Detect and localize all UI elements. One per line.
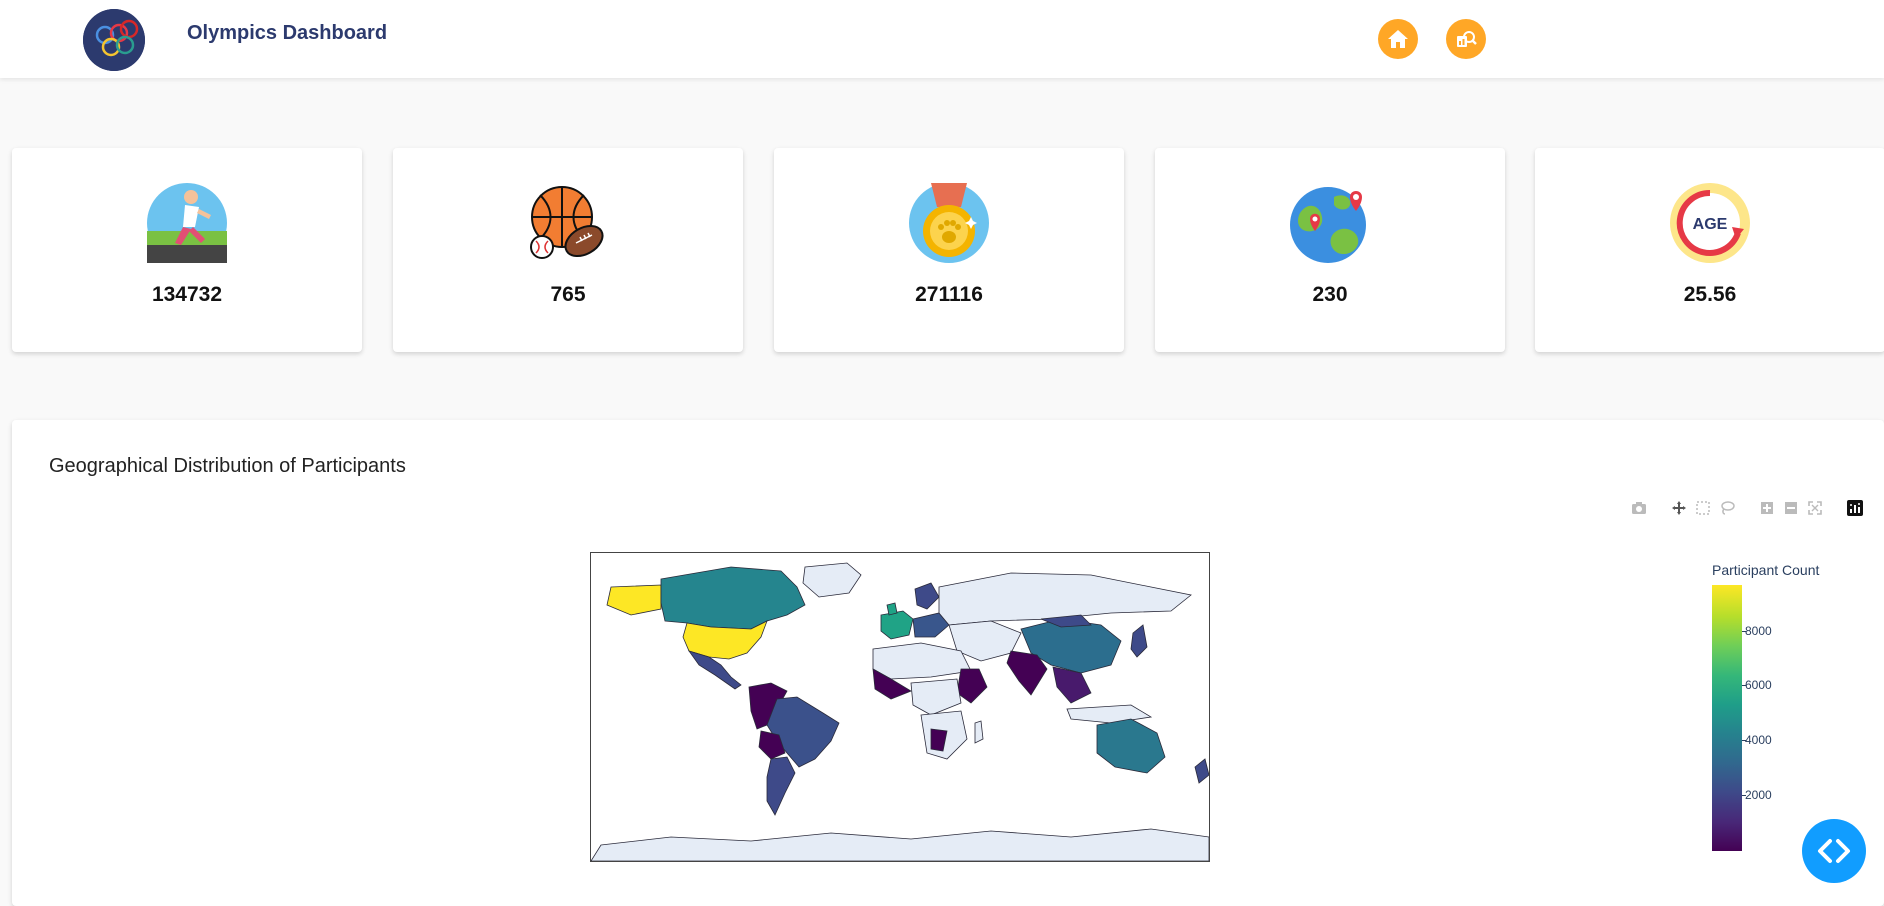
code-toggle-button[interactable] bbox=[1802, 819, 1866, 883]
stat-value-regions: 230 bbox=[1312, 283, 1348, 306]
medal-icon bbox=[909, 183, 989, 263]
colorbar-tick-label: 8000 bbox=[1742, 623, 1772, 638]
analysis-button[interactable] bbox=[1446, 19, 1486, 59]
stat-card-medals: 271116 bbox=[774, 148, 1124, 352]
map-title: Geographical Distribution of Participant… bbox=[49, 455, 406, 477]
home-button[interactable] bbox=[1378, 19, 1418, 59]
camera-icon[interactable] bbox=[1630, 499, 1648, 517]
stat-value-age: 25.56 bbox=[1683, 283, 1737, 306]
zoom-out-icon[interactable] bbox=[1782, 499, 1800, 517]
lasso-icon[interactable] bbox=[1718, 499, 1736, 517]
pan-icon[interactable] bbox=[1670, 499, 1688, 517]
colorbar-tick-label: 2000 bbox=[1742, 788, 1772, 803]
stat-card-athletes: 134732 bbox=[12, 148, 362, 352]
code-icon bbox=[1818, 839, 1850, 863]
stat-value-athletes: 134732 bbox=[151, 283, 223, 306]
analysis-icon bbox=[1457, 31, 1477, 47]
svg-text:AGE: AGE bbox=[1693, 216, 1728, 233]
box-select-icon[interactable] bbox=[1694, 499, 1712, 517]
colorbar-title: Participant Count bbox=[1712, 562, 1820, 578]
olympic-rings-icon[interactable] bbox=[83, 9, 145, 71]
globe-pin-icon bbox=[1290, 183, 1370, 263]
home-icon bbox=[1388, 30, 1408, 48]
plotly-logo-icon[interactable] bbox=[1846, 499, 1864, 517]
colorbar-tick-label: 4000 bbox=[1742, 733, 1772, 748]
stat-value-medals: 271116 bbox=[915, 283, 983, 306]
choropleth-map[interactable] bbox=[590, 552, 1210, 862]
stat-card-regions: 230 bbox=[1155, 148, 1505, 352]
reset-view-icon[interactable] bbox=[1806, 499, 1824, 517]
plot-modebar bbox=[1630, 499, 1870, 517]
colorbar bbox=[1712, 585, 1742, 851]
runner-icon bbox=[147, 183, 227, 263]
app-title: Olympics Dashboard bbox=[187, 22, 388, 44]
top-navbar: Olympics Dashboard bbox=[0, 0, 1884, 78]
stat-card-sports: 765 bbox=[393, 148, 743, 352]
region-europe-west bbox=[880, 610, 914, 640]
stat-card-age: AGE 25.56 bbox=[1535, 148, 1884, 352]
map-panel: Geographical Distribution of Participant… bbox=[12, 420, 1884, 906]
age-icon: AGE bbox=[1670, 183, 1750, 263]
zoom-in-icon[interactable] bbox=[1758, 499, 1776, 517]
stat-value-sports: 765 bbox=[550, 283, 586, 306]
region-united-kingdom bbox=[886, 602, 898, 616]
colorbar-tick-label: 6000 bbox=[1742, 678, 1772, 693]
sports-balls-icon bbox=[528, 183, 608, 263]
